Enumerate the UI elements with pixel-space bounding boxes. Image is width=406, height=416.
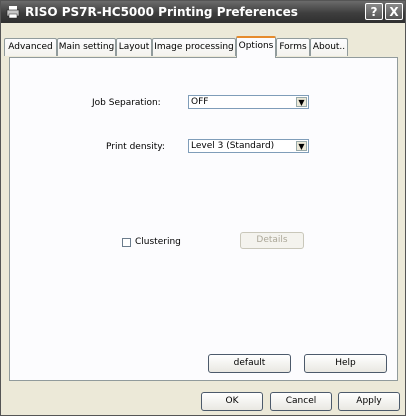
printing-preferences-dialog: RISO PS7R-HC5000 Printing Preferences ? … xyxy=(0,0,406,416)
tab-about[interactable]: About.. xyxy=(310,38,348,56)
tab-advanced[interactable]: Advanced xyxy=(4,38,57,56)
print-density-select[interactable]: Level 3 (Standard) ▼ xyxy=(188,139,309,153)
tab-main-setting[interactable]: Main setting xyxy=(57,38,116,56)
ok-button[interactable]: OK xyxy=(201,392,263,411)
apply-button[interactable]: Apply xyxy=(338,392,400,411)
close-button[interactable]: X xyxy=(385,3,403,20)
details-button[interactable]: Details xyxy=(240,232,304,249)
tab-layout[interactable]: Layout xyxy=(116,38,152,56)
chevron-down-icon[interactable]: ▼ xyxy=(296,141,307,151)
clustering-label: Clustering xyxy=(135,237,181,247)
help-icon: ? xyxy=(370,5,378,19)
title-bar[interactable]: RISO PS7R-HC5000 Printing Preferences ? … xyxy=(1,1,405,23)
print-density-label: Print density: xyxy=(106,142,165,152)
chevron-down-icon[interactable]: ▼ xyxy=(296,97,307,107)
tab-options[interactable]: Options xyxy=(236,36,276,58)
help-button[interactable]: Help xyxy=(304,354,387,373)
job-separation-label: Job Separation: xyxy=(92,98,161,108)
print-density-value: Level 3 (Standard) xyxy=(191,141,275,151)
tab-image-processing[interactable]: Image processing xyxy=(152,38,236,56)
tab-forms[interactable]: Forms xyxy=(276,38,310,56)
job-separation-select[interactable]: OFF ▼ xyxy=(188,95,309,109)
window-title: RISO PS7R-HC5000 Printing Preferences xyxy=(25,5,298,19)
cancel-button[interactable]: Cancel xyxy=(270,392,332,411)
printer-icon xyxy=(6,6,20,19)
close-icon: X xyxy=(389,5,399,19)
default-button[interactable]: default xyxy=(208,354,291,373)
clustering-checkbox[interactable] xyxy=(122,238,131,247)
job-separation-value: OFF xyxy=(191,97,209,107)
help-title-button[interactable]: ? xyxy=(365,3,383,20)
options-panel: Job Separation: OFF ▼ Print density: Lev… xyxy=(9,57,398,381)
